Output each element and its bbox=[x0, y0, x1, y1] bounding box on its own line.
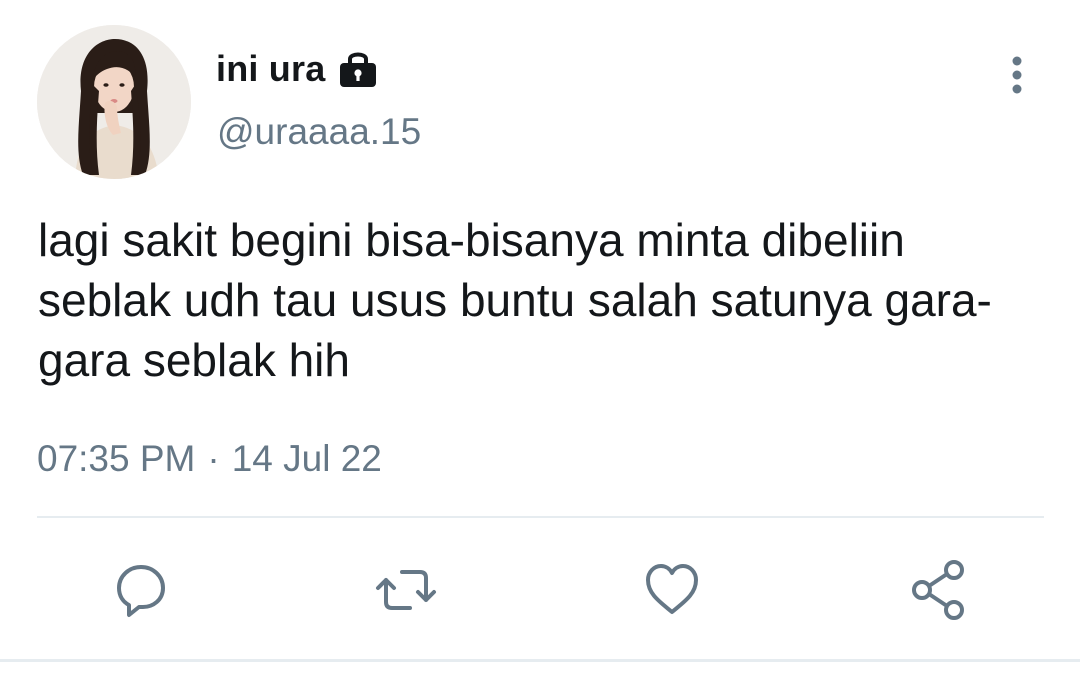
heart-icon bbox=[646, 564, 698, 614]
reply-button[interactable] bbox=[109, 558, 173, 622]
bottom-divider bbox=[0, 659, 1080, 662]
display-name[interactable]: ini ura bbox=[216, 48, 325, 90]
tweet-time: 07:35 PM bbox=[37, 438, 196, 479]
avatar[interactable] bbox=[37, 25, 191, 179]
tweet-card: ini ura @uraaaa.15 lagi sakit begini bis… bbox=[0, 0, 1080, 681]
reply-icon bbox=[117, 565, 165, 617]
share-icon bbox=[912, 560, 964, 620]
retweet-button[interactable] bbox=[374, 558, 438, 622]
tweet-text: lagi sakit begini bisa-bisanya minta dib… bbox=[38, 214, 992, 386]
more-vertical-icon[interactable] bbox=[1000, 52, 1034, 98]
lock-icon bbox=[337, 49, 379, 89]
retweet-icon bbox=[376, 570, 436, 610]
tweet-date: 14 Jul 22 bbox=[231, 438, 382, 479]
divider bbox=[37, 516, 1044, 518]
share-button[interactable] bbox=[906, 558, 970, 622]
author-name-row: ini ura bbox=[216, 44, 379, 94]
user-handle[interactable]: @uraaaa.15 bbox=[217, 111, 421, 153]
like-button[interactable] bbox=[640, 558, 704, 622]
timestamp: 07:35 PM · 14 Jul 22 bbox=[37, 438, 382, 480]
avatar-photo bbox=[37, 25, 191, 179]
timestamp-separator: · bbox=[207, 438, 220, 479]
